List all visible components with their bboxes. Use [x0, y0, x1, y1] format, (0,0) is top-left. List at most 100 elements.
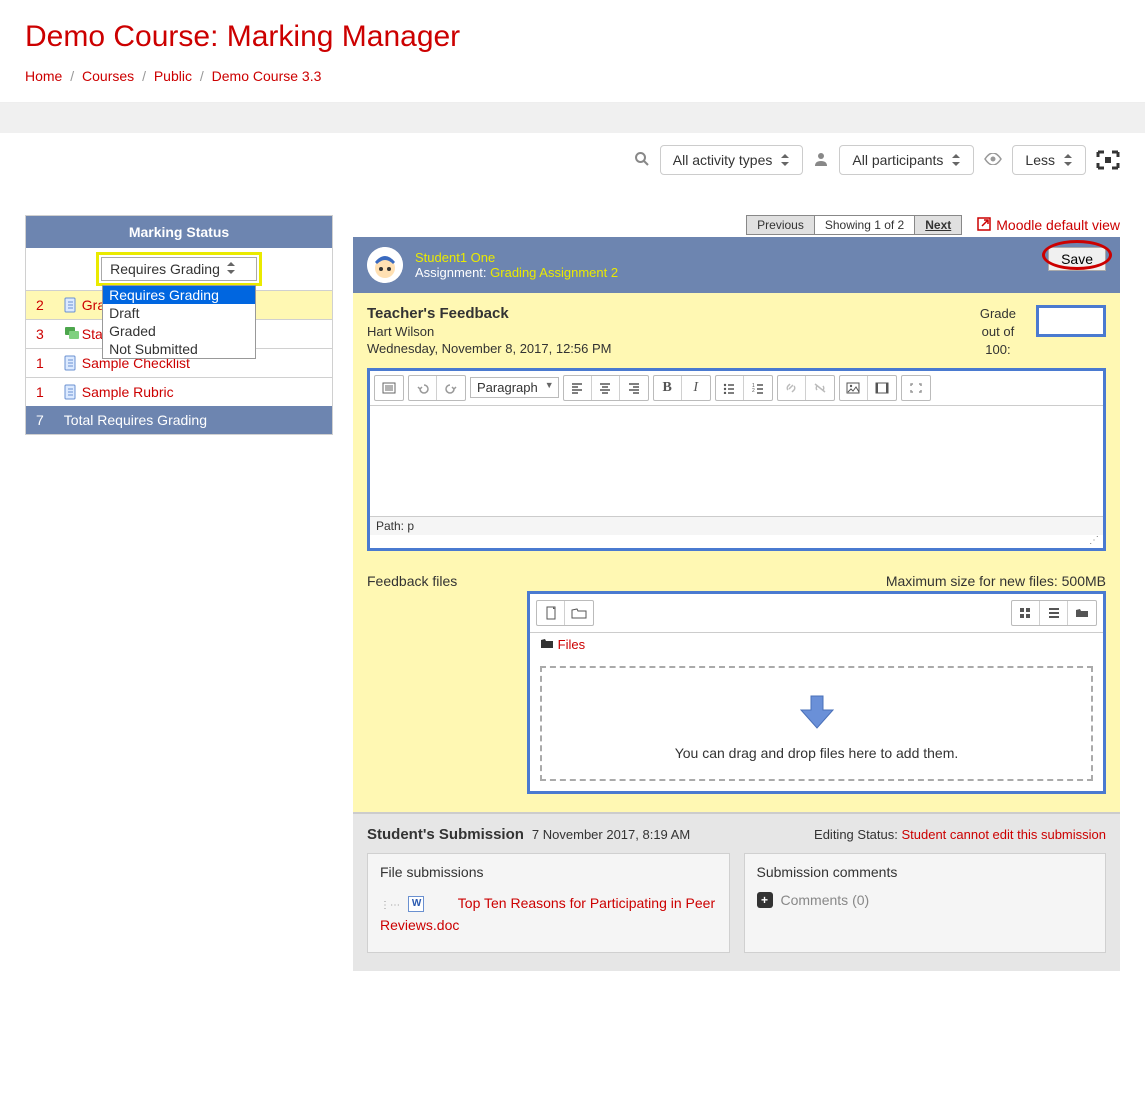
- redo-icon[interactable]: [437, 376, 465, 400]
- submission-title: Student's Submission: [367, 826, 524, 843]
- file-submissions-card: File submissions ⋮⋯ Top Ten Reasons for …: [367, 853, 730, 954]
- bullet-list-icon[interactable]: [716, 376, 744, 400]
- media-icon[interactable]: [868, 376, 896, 400]
- assignment-prefix: Assignment:: [415, 265, 490, 280]
- align-center-icon[interactable]: [592, 376, 620, 400]
- sort-icon: [226, 261, 236, 277]
- word-doc-icon: [408, 896, 424, 912]
- submission-comments-card: Submission comments + Comments (0): [744, 853, 1107, 954]
- grading-filter-dropdown: Requires Grading Draft Graded Not Submit…: [102, 285, 256, 359]
- paragraph-select[interactable]: Paragraph: [470, 377, 559, 398]
- breadcrumb: Home / Courses / Public / Demo Course 3.…: [25, 68, 1120, 84]
- align-left-icon[interactable]: [564, 376, 592, 400]
- filter-option[interactable]: Draft: [103, 304, 255, 322]
- search-icon[interactable]: [634, 151, 650, 170]
- feedback-author: Hart Wilson: [367, 324, 612, 339]
- page-title: Demo Course: Marking Manager: [25, 20, 1120, 54]
- resize-handle-icon[interactable]: ⋰: [370, 535, 1103, 548]
- grading-header: Student1 One Assignment: Grading Assignm…: [353, 237, 1120, 293]
- italic-icon[interactable]: I: [682, 376, 710, 400]
- download-arrow-icon: [795, 692, 839, 735]
- drop-hint: You can drag and drop files here to add …: [552, 745, 1081, 761]
- fullscreen-editor-icon[interactable]: [902, 376, 930, 400]
- grid-view-icon[interactable]: [1012, 601, 1040, 625]
- forum-icon: [64, 326, 78, 342]
- filter-option[interactable]: Graded: [103, 322, 255, 340]
- editor-path: Path: p: [376, 519, 414, 533]
- unlink-icon[interactable]: [806, 376, 834, 400]
- activity-type-select[interactable]: All activity types: [660, 145, 804, 175]
- grade-label: Grade out of 100:: [980, 305, 1016, 360]
- plus-icon: +: [757, 892, 773, 908]
- submission-date: 7 November 2017, 8:19 AM: [532, 827, 690, 842]
- max-size-label: Maximum size for new files: 500MB: [886, 573, 1106, 589]
- feedback-date: Wednesday, November 8, 2017, 12:56 PM: [367, 341, 612, 356]
- avatar: [367, 247, 403, 283]
- pager-status: Showing 1 of 2: [815, 216, 914, 234]
- student-name: Student1 One: [415, 250, 1106, 265]
- default-view-link[interactable]: Moodle default view: [976, 216, 1120, 235]
- popout-icon: [976, 216, 992, 235]
- marking-status-table: Marking Status Requires Grading Requires…: [25, 215, 333, 435]
- fullscreen-icon[interactable]: [1096, 150, 1120, 170]
- undo-icon[interactable]: [409, 376, 437, 400]
- table-row[interactable]: 1 Sample Rubric: [26, 378, 333, 407]
- card-title: File submissions: [380, 864, 717, 880]
- file-picker: Files You can drag and drop files here t…: [527, 591, 1106, 794]
- assignment-link[interactable]: Grading Assignment 2: [490, 265, 618, 280]
- number-list-icon[interactable]: 12: [744, 376, 772, 400]
- filter-option[interactable]: Not Submitted: [103, 340, 255, 358]
- sort-icon: [1063, 154, 1073, 166]
- activity-type-label: All activity types: [673, 152, 773, 168]
- editor-textarea[interactable]: [370, 406, 1103, 516]
- filter-option[interactable]: Requires Grading: [103, 286, 255, 304]
- editing-status-value: Student cannot edit this submission: [901, 827, 1106, 842]
- feedback-files-label: Feedback files: [367, 573, 457, 589]
- feedback-title: Teacher's Feedback: [367, 305, 612, 322]
- breadcrumb-course[interactable]: Demo Course 3.3: [212, 68, 322, 84]
- submission-file-link[interactable]: Top Ten Reasons for Participating in Pee…: [380, 895, 715, 933]
- pager: Previous Showing 1 of 2 Next: [746, 215, 962, 235]
- files-crumb-link[interactable]: Files: [558, 637, 585, 652]
- breadcrumb-home[interactable]: Home: [25, 68, 62, 84]
- folder-icon: [540, 637, 554, 652]
- comments-count: Comments (0): [781, 892, 870, 908]
- page-icon: [64, 297, 78, 313]
- toggle-toolbar-icon[interactable]: [375, 376, 403, 400]
- page-icon: [64, 384, 78, 400]
- add-file-icon[interactable]: [537, 601, 565, 625]
- eye-icon: [984, 152, 1002, 168]
- link-icon[interactable]: [778, 376, 806, 400]
- sort-icon: [951, 154, 961, 166]
- activity-link[interactable]: Sample Rubric: [82, 384, 174, 400]
- participants-select[interactable]: All participants: [839, 145, 974, 175]
- card-title: Submission comments: [757, 864, 1094, 880]
- view-select[interactable]: Less: [1012, 145, 1086, 175]
- image-icon[interactable]: [840, 376, 868, 400]
- tree-connector-icon: ⋮⋯: [380, 900, 400, 911]
- next-button[interactable]: Next: [914, 216, 961, 234]
- marking-status-header: Marking Status: [26, 216, 333, 249]
- page-icon: [64, 355, 78, 371]
- svg-text:2: 2: [752, 388, 755, 394]
- bold-icon[interactable]: B: [654, 376, 682, 400]
- comments-toggle[interactable]: + Comments (0): [757, 892, 1094, 908]
- list-view-icon[interactable]: [1040, 601, 1068, 625]
- breadcrumb-public[interactable]: Public: [154, 68, 192, 84]
- feedback-editor: Paragraph B I: [367, 368, 1106, 551]
- grading-filter-select[interactable]: Requires Grading: [101, 257, 257, 281]
- user-icon: [813, 151, 829, 170]
- create-folder-icon[interactable]: [565, 601, 593, 625]
- align-right-icon[interactable]: [620, 376, 648, 400]
- tree-view-icon[interactable]: [1068, 601, 1096, 625]
- save-button[interactable]: Save: [1048, 247, 1106, 271]
- editing-status-label: Editing Status:: [814, 827, 898, 842]
- breadcrumb-courses[interactable]: Courses: [82, 68, 134, 84]
- footer-label: Total Requires Grading: [54, 406, 333, 435]
- grade-input[interactable]: [1036, 305, 1106, 337]
- drop-zone[interactable]: You can drag and drop files here to add …: [540, 666, 1093, 781]
- activity-link[interactable]: Sta: [82, 326, 103, 342]
- previous-button[interactable]: Previous: [747, 216, 815, 234]
- sort-icon: [780, 154, 790, 166]
- view-label: Less: [1025, 152, 1055, 168]
